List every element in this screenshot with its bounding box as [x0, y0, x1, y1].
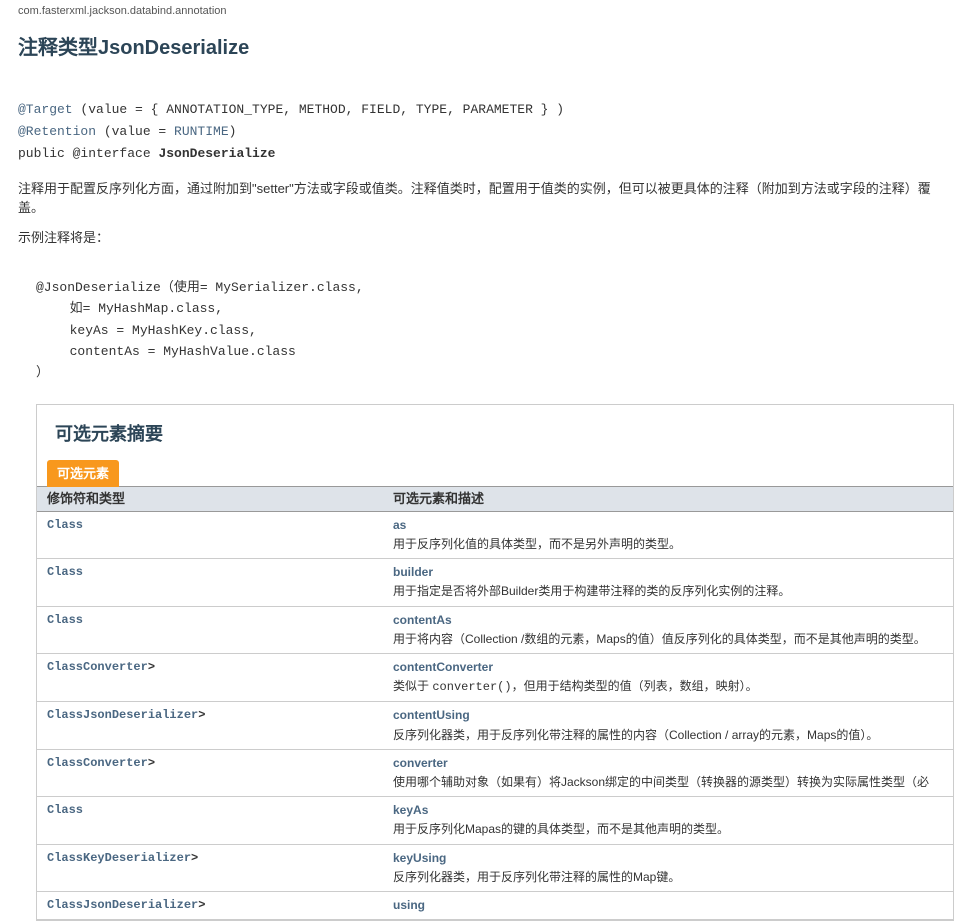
decl-prefix: public @interface [18, 146, 158, 161]
package-name: com.fasterxml.jackson.databind.annotatio… [18, 0, 954, 23]
table-row: Class as 用于反序列化值的具体类型，而不是另外声明的类型。 [37, 511, 953, 558]
member-link[interactable]: keyUsing [393, 851, 446, 865]
type-link[interactable]: Class [47, 898, 83, 912]
type-link[interactable]: Class [47, 708, 83, 722]
table-row: ClassConverter> converter 使用哪个辅助对象（如果有）将Ja… [37, 749, 953, 796]
type-param: KeyDeserializer> [83, 851, 198, 865]
member-link[interactable]: converter [393, 756, 448, 770]
type-param: JsonDeserializer> [83, 708, 205, 722]
member-description: 用于将内容（Collection /数组的元素，Maps的值）值反序列化的具体类… [393, 630, 945, 649]
type-cell: ClassConverter> [37, 654, 383, 702]
type-param: > [198, 898, 205, 912]
desc-cell: builder 用于指定是否将外部Builder类用于构建带注释的类的反序列化实例… [383, 559, 953, 606]
desc-cell: contentUsing 反序列化器类，用于反序列化带注释的属性的内容（Colle… [383, 702, 953, 749]
optional-elements-table: 修饰符和类型 可选元素和描述 Class as 用于反序列化值的具体类型，而不是另外… [37, 486, 953, 920]
desc-cell: using [383, 891, 953, 919]
retention-close: ) [229, 124, 237, 139]
type-cell: ClassJsonDeserializer> [37, 702, 383, 749]
column-header-element-desc: 可选元素和描述 [383, 487, 953, 512]
code-line: ） [18, 362, 49, 383]
type-link[interactable]: Class [47, 756, 83, 770]
code-line: keyAs = MyHashKey.class, [18, 320, 257, 341]
type-link[interactable]: Class [47, 518, 83, 532]
type-param: Converter> [83, 660, 155, 674]
desc-cell: keyAs 用于反序列化Mapas的键的具体类型，而不是其他声明的类型。 [383, 797, 953, 844]
type-param: > [198, 708, 205, 722]
code-line: 如= MyHashMap.class, [18, 298, 223, 319]
tab-optional-elements[interactable]: 可选元素 [47, 460, 119, 488]
type-cell: Class [37, 511, 383, 558]
type-cell: ClassKeyDeserializer> [37, 844, 383, 891]
desc-cell: contentConverter 类似于 converter()，但用于结构类型的… [383, 654, 953, 702]
page-title: 注释类型JsonDeserialize [18, 23, 954, 81]
type-link[interactable]: Class [47, 613, 83, 627]
type-param: > [191, 851, 198, 865]
type-name: JsonDeserialize [158, 146, 275, 161]
member-description: 用于指定是否将外部Builder类用于构建带注释的类的反序列化实例的注释。 [393, 582, 945, 601]
retention-value-link[interactable]: RUNTIME [174, 124, 229, 139]
table-row: Class builder 用于指定是否将外部Builder类用于构建带注释的类的反… [37, 559, 953, 606]
type-param: > [148, 660, 155, 674]
type-param: JsonDeserializer> [83, 898, 205, 912]
member-description: 反序列化器类，用于反序列化带注释的属性的Map键。 [393, 868, 945, 887]
member-link[interactable]: contentAs [393, 613, 452, 627]
summary-heading: 可选元素摘要 [37, 421, 953, 460]
member-description: 用于反序列化值的具体类型，而不是另外声明的类型。 [393, 535, 945, 554]
table-row: ClassJsonDeserializer> contentUsing 反序列化器类… [37, 702, 953, 749]
desc-cell: contentAs 用于将内容（Collection /数组的元素，Maps的值）… [383, 606, 953, 653]
type-link[interactable]: Class [47, 851, 83, 865]
example-code: @JsonDeserialize（使用= MySerializer.class,… [18, 255, 954, 384]
example-label: 示例注释将是： [18, 228, 954, 248]
type-link[interactable]: JsonDeserializer [83, 898, 198, 912]
annotation-target-args: (value = { ANNOTATION_TYPE, METHOD, FIEL… [73, 102, 564, 117]
code-line: @JsonDeserialize（使用= MySerializer.class, [18, 277, 364, 298]
member-link[interactable]: builder [393, 565, 433, 579]
type-cell: ClassJsonDeserializer> [37, 891, 383, 919]
type-param: Converter> [83, 756, 155, 770]
type-cell: Class [37, 797, 383, 844]
member-description: 使用哪个辅助对象（如果有）将Jackson绑定的中间类型（转换器的源类型）转换为… [393, 773, 945, 792]
code-ref[interactable]: converter() [432, 680, 511, 694]
code-line: contentAs = MyHashValue.class [18, 341, 296, 362]
type-link[interactable]: Class [47, 565, 83, 579]
member-description: 类似于 converter()，但用于结构类型的值（列表，数组，映射）。 [393, 677, 945, 697]
table-row: ClassConverter> contentConverter 类似于 conve… [37, 654, 953, 702]
type-link[interactable]: KeyDeserializer [83, 851, 191, 865]
desc-cell: as 用于反序列化值的具体类型，而不是另外声明的类型。 [383, 511, 953, 558]
annotation-retention-args: (value = [96, 124, 174, 139]
optional-element-summary: 可选元素摘要 可选元素 修饰符和类型 可选元素和描述 Class as 用于反序列化… [36, 404, 954, 921]
member-link[interactable]: using [393, 898, 425, 912]
type-param: > [148, 756, 155, 770]
member-link[interactable]: contentConverter [393, 660, 493, 674]
member-description: 反序列化器类，用于反序列化带注释的属性的内容（Collection / arra… [393, 726, 945, 745]
member-description: 用于反序列化Mapas的键的具体类型，而不是其他声明的类型。 [393, 820, 945, 839]
table-row: ClassJsonDeserializer> using [37, 891, 953, 919]
type-description: 注释用于配置反序列化方面，通过附加到"setter"方法或字段或值类。注释值类时… [18, 179, 954, 218]
type-cell: Class [37, 606, 383, 653]
type-cell: Class [37, 559, 383, 606]
summary-tabs: 可选元素 [37, 460, 953, 488]
type-signature: @Target (value = { ANNOTATION_TYPE, METH… [18, 99, 954, 165]
annotation-retention[interactable]: @Retention [18, 124, 96, 139]
table-row: Class keyAs 用于反序列化Mapas的键的具体类型，而不是其他声明的类型。 [37, 797, 953, 844]
desc-cell: converter 使用哪个辅助对象（如果有）将Jackson绑定的中间类型（转换… [383, 749, 953, 796]
member-link[interactable]: contentUsing [393, 708, 470, 722]
annotation-target[interactable]: @Target [18, 102, 73, 117]
member-link[interactable]: keyAs [393, 803, 428, 817]
type-cell: ClassConverter> [37, 749, 383, 796]
type-link[interactable]: Converter [83, 756, 148, 770]
type-link[interactable]: Class [47, 803, 83, 817]
type-link[interactable]: JsonDeserializer [83, 708, 198, 722]
column-header-modifier-type: 修饰符和类型 [37, 487, 383, 512]
type-link[interactable]: Class [47, 660, 83, 674]
type-link[interactable]: Converter [83, 660, 148, 674]
member-link[interactable]: as [393, 518, 406, 532]
table-row: Class contentAs 用于将内容（Collection /数组的元素，Ma… [37, 606, 953, 653]
table-row: ClassKeyDeserializer> keyUsing 反序列化器类，用于反序… [37, 844, 953, 891]
desc-cell: keyUsing 反序列化器类，用于反序列化带注释的属性的Map键。 [383, 844, 953, 891]
